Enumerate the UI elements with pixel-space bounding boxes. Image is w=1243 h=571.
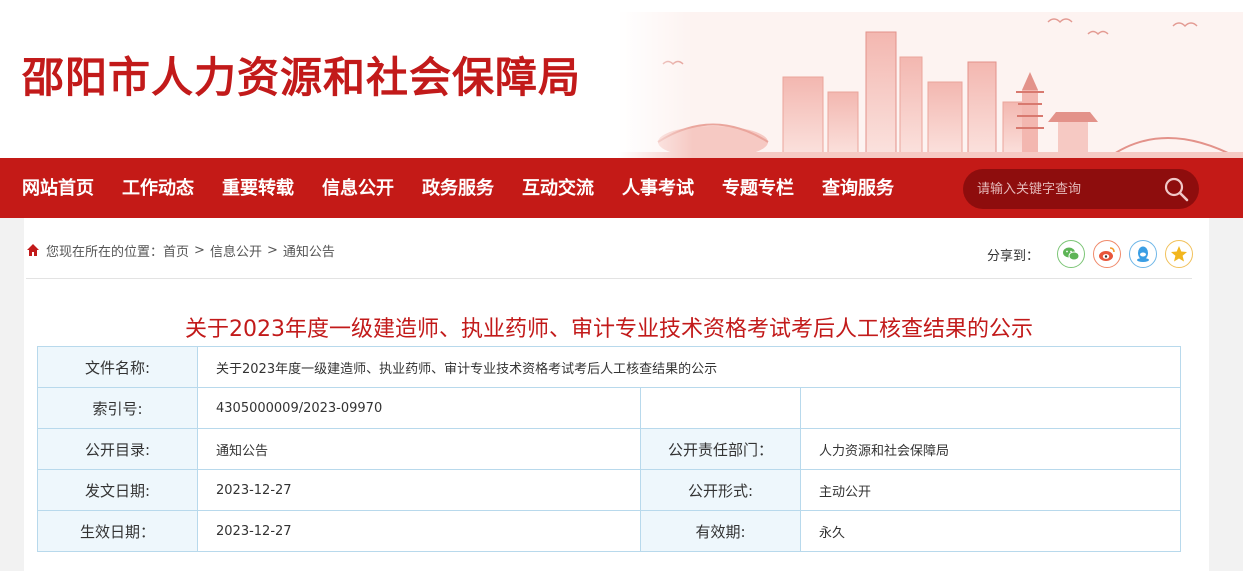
weibo-icon [1099, 247, 1115, 261]
share-weibo-button[interactable] [1093, 240, 1122, 268]
nav-item-info-disclosure[interactable]: 信息公开 [322, 158, 394, 218]
breadcrumb-notices[interactable]: 通知公告 [283, 241, 335, 260]
breadcrumb-separator: > [266, 242, 278, 258]
nav-item-interaction[interactable]: 互动交流 [522, 158, 594, 218]
breadcrumb: 您现在所在的位置： 首页 > 信息公开 > 通知公告 [26, 240, 335, 260]
wechat-icon [1063, 247, 1080, 261]
qq-icon [1137, 246, 1150, 262]
empty-value-cell [799, 387, 1182, 429]
disclosure-form-label: 公开形式: [640, 469, 801, 511]
issue-date-value: 2023-12-27 [197, 469, 641, 511]
table-row: 文件名称: 关于2023年度一级建造师、执业药师、审计专业技术资格考试考后人工核… [37, 346, 1182, 388]
nav-item-home[interactable]: 网站首页 [22, 158, 94, 218]
index-number-label: 索引号: [37, 387, 198, 429]
breadcrumb-prefix: 您现在所在的位置： [46, 244, 164, 260]
responsible-dept-label: 公开责任部门： [640, 428, 801, 470]
home-icon [27, 244, 39, 256]
validity-label: 有效期: [640, 510, 801, 552]
nav-item-query-services[interactable]: 查询服务 [822, 158, 894, 218]
breadcrumb-separator: > [194, 242, 205, 258]
file-name-label: 文件名称: [37, 346, 198, 388]
site-title[interactable]: 邵阳市人力资源和社会保障局 [22, 44, 581, 105]
article-title: 关于2023年度一级建造师、执业药师、审计专业技术资格考试考后人工核查结果的公示 [185, 317, 1033, 342]
header-divider [26, 278, 1192, 279]
file-name-value: 关于2023年度一级建造师、执业药师、审计专业技术资格考试考后人工核查结果的公示 [196, 346, 1182, 388]
share-qzone-button[interactable] [1165, 240, 1194, 268]
share-qq-button[interactable] [1129, 240, 1158, 268]
responsible-dept-value: 人力资源和社会保障局 [799, 428, 1182, 470]
index-number-value: 4305000009/2023-09970 [197, 387, 641, 429]
share-label: 分享到： [987, 248, 1040, 264]
search-button[interactable] [1160, 174, 1192, 204]
nav-item-special-topics[interactable]: 专题专栏 [722, 158, 794, 218]
qzone-icon [1171, 246, 1188, 262]
search-input[interactable] [977, 178, 1157, 200]
empty-label-cell [640, 387, 801, 429]
validity-value: 永久 [799, 510, 1182, 552]
effective-date-value: 2023-12-27 [197, 510, 641, 552]
nav-item-reprints[interactable]: 重要转载 [222, 158, 294, 218]
city-skyline-illustration [618, 12, 1243, 158]
share-bar: 分享到： [987, 238, 1194, 270]
effective-date-label: 生效日期： [37, 510, 198, 552]
nav-item-work-news[interactable]: 工作动态 [122, 158, 194, 218]
disclosure-form-value: 主动公开 [799, 469, 1182, 511]
nav-item-personnel-exam[interactable]: 人事考试 [622, 158, 694, 218]
table-row: 索引号: 4305000009/2023-09970 [37, 387, 1182, 429]
catalog-label: 公开目录: [37, 428, 198, 470]
table-row: 公开目录: 通知公告 公开责任部门： 人力资源和社会保障局 [37, 428, 1182, 470]
share-wechat-button[interactable] [1057, 240, 1086, 268]
table-row: 发文日期: 2023-12-27 公开形式: 主动公开 [37, 469, 1182, 511]
site-header: 邵阳市人力资源和社会保障局 [0, 0, 1243, 158]
document-meta-table: 文件名称: 关于2023年度一级建造师、执业药师、审计专业技术资格考试考后人工核… [37, 346, 1182, 552]
search-icon [1164, 177, 1189, 202]
breadcrumb-info-disclosure[interactable]: 信息公开 [210, 241, 262, 260]
table-row: 生效日期： 2023-12-27 有效期: 永久 [37, 510, 1182, 552]
nav-item-gov-services[interactable]: 政务服务 [422, 158, 494, 218]
catalog-value: 通知公告 [197, 428, 641, 470]
issue-date-label: 发文日期: [37, 469, 198, 511]
breadcrumb-home[interactable]: 首页 [163, 241, 189, 260]
